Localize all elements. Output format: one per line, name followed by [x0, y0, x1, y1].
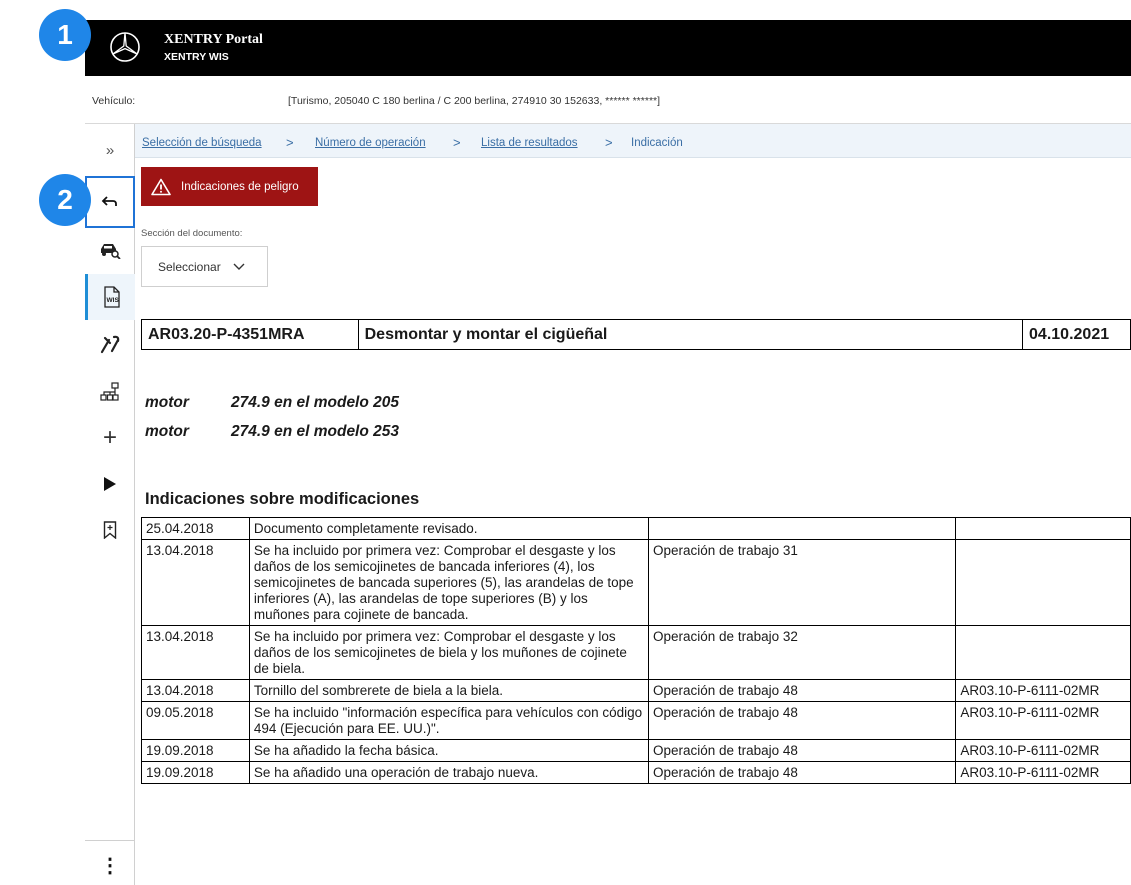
- engine-value: 274.9 en el modelo 205: [231, 394, 400, 411]
- sidebar-tools[interactable]: [85, 324, 135, 364]
- mod-operation: Operación de trabajo 48: [648, 701, 957, 740]
- table-row: 19.09.2018 Se ha añadido una operación de…: [141, 761, 1131, 784]
- modifications-heading: Indicaciones sobre modificaciones: [145, 490, 420, 508]
- sidebar-structure[interactable]: [85, 372, 135, 412]
- mod-date: 19.09.2018: [141, 761, 250, 784]
- table-row: 13.04.2018 Se ha incluido por primera vez…: [141, 539, 1131, 626]
- annotation-badge-2: 2: [39, 174, 91, 226]
- sidebar-wis-documents[interactable]: WIS: [85, 274, 135, 320]
- breadcrumb-current: Indicación: [631, 137, 683, 149]
- mod-reference: AR03.10-P-6111-02MR: [955, 739, 1131, 762]
- mod-date: 13.04.2018: [141, 625, 250, 680]
- annotation-badge-1: 1: [39, 9, 91, 61]
- top-header-bar: XENTRY Portal XENTRY WIS: [85, 20, 1131, 76]
- wis-document-icon: WIS: [103, 286, 120, 308]
- document-section-label: Sección del documento:: [141, 228, 243, 239]
- mod-date: 25.04.2018: [141, 517, 250, 540]
- sidebar-back-button[interactable]: [85, 176, 135, 228]
- document-section-select[interactable]: Seleccionar: [141, 246, 268, 287]
- mod-reference: [955, 517, 1131, 540]
- mercedes-star-icon[interactable]: [109, 31, 141, 63]
- hazard-notes-button[interactable]: Indicaciones de peligro: [141, 167, 318, 206]
- mod-reference: [955, 539, 1131, 626]
- mod-text: Documento completamente revisado.: [248, 517, 650, 540]
- breadcrumb-separator: >: [453, 135, 461, 150]
- vehicle-value: [Turismo, 205040 C 180 berlina / C 200 b…: [288, 95, 661, 107]
- table-row: 25.04.2018 Documento completamente revisa…: [141, 517, 1131, 540]
- sidebar-more-button[interactable]: ⋮: [85, 845, 135, 885]
- breadcrumb-separator: >: [605, 135, 613, 150]
- breadcrumb-search-selection[interactable]: Selección de búsqueda: [142, 137, 262, 149]
- table-row: 09.05.2018 Se ha incluido "información es…: [141, 701, 1131, 740]
- document-title: Desmontar y montar el cigüeñal: [357, 319, 1024, 350]
- breadcrumb-separator: >: [286, 135, 294, 150]
- app-title: XENTRY Portal: [164, 32, 263, 47]
- engine-label: motor: [145, 423, 189, 440]
- tools-icon: [100, 335, 120, 354]
- table-row: 19.09.2018 Se ha añadido la fecha básica.…: [141, 739, 1131, 762]
- mod-text: Se ha incluido por primera vez: Comproba…: [248, 625, 650, 680]
- mod-operation: Operación de trabajo 32: [648, 625, 957, 680]
- play-icon: [104, 477, 116, 491]
- mod-date: 13.04.2018: [141, 679, 250, 702]
- mod-operation: [648, 517, 957, 540]
- engine-label: motor: [145, 394, 189, 411]
- mod-date: 09.05.2018: [141, 701, 250, 740]
- mod-reference: AR03.10-P-6111-02MR: [955, 679, 1131, 702]
- mod-text: Tornillo del sombrerete de biela a la bi…: [248, 679, 650, 702]
- table-row: 13.04.2018 Tornillo del sombrerete de bie…: [141, 679, 1131, 702]
- svg-text:WIS: WIS: [106, 297, 119, 304]
- sidebar-vehicle-search[interactable]: [85, 230, 135, 270]
- sidebar-divider: [85, 840, 135, 841]
- mod-text: Se ha añadido la fecha básica.: [248, 739, 650, 762]
- mod-date: 13.04.2018: [141, 539, 250, 626]
- chevron-down-icon: [233, 263, 245, 270]
- vehicle-info-bar: Vehículo: [Turismo, 205040 C 180 berlina…: [85, 76, 1131, 124]
- warning-triangle-icon: [151, 178, 171, 195]
- back-arrow-icon: [101, 196, 117, 206]
- document-header-table: AR03.20-P-4351MRA Desmontar y montar el …: [141, 319, 1131, 350]
- sidebar-bookmarks[interactable]: [85, 510, 135, 550]
- mod-text: Se ha incluido "información específica p…: [248, 701, 650, 740]
- mod-reference: [955, 625, 1131, 680]
- mod-reference: AR03.10-P-6111-02MR: [955, 701, 1131, 740]
- car-search-icon: [101, 244, 121, 259]
- app-subtitle: XENTRY WIS: [164, 51, 229, 63]
- document-date: 04.10.2021: [1022, 319, 1131, 350]
- sidebar-play[interactable]: [85, 464, 135, 504]
- more-vertical-icon: ⋮: [100, 854, 120, 877]
- bookmark-icon: [103, 521, 117, 539]
- hazard-notes-label: Indicaciones de peligro: [181, 180, 299, 193]
- mod-text: Se ha añadido una operación de trabajo n…: [248, 761, 650, 784]
- mod-operation: Operación de trabajo 48: [648, 761, 957, 784]
- engine-value: 274.9 en el modelo 253: [231, 423, 400, 440]
- breadcrumb-result-list[interactable]: Lista de resultados: [481, 137, 578, 149]
- document-section-value: Seleccionar: [158, 259, 221, 274]
- mod-operation: Operación de trabajo 48: [648, 679, 957, 702]
- sidebar-add[interactable]: +: [85, 418, 135, 458]
- breadcrumb-operation-number[interactable]: Número de operación: [315, 137, 426, 149]
- document-id: AR03.20-P-4351MRA: [141, 319, 359, 350]
- mod-operation: Operación de trabajo 48: [648, 739, 957, 762]
- tree-structure-icon: [100, 382, 119, 401]
- expand-chevrons-icon: »: [105, 141, 115, 159]
- mod-operation: Operación de trabajo 31: [648, 539, 957, 626]
- table-row: 13.04.2018 Se ha incluido por primera vez…: [141, 625, 1131, 680]
- mod-text: Se ha incluido por primera vez: Comproba…: [248, 539, 650, 626]
- sidebar-expand-button[interactable]: »: [85, 130, 135, 170]
- vehicle-label: Vehículo:: [92, 95, 136, 107]
- mod-reference: AR03.10-P-6111-02MR: [955, 761, 1131, 784]
- breadcrumb: Selección de búsqueda > Número de operac…: [135, 124, 1131, 158]
- mod-date: 19.09.2018: [141, 739, 250, 762]
- sidebar: » WIS + ⋮: [85, 124, 135, 885]
- plus-icon: +: [102, 424, 117, 451]
- modifications-table: 25.04.2018 Documento completamente revisa…: [141, 517, 1131, 784]
